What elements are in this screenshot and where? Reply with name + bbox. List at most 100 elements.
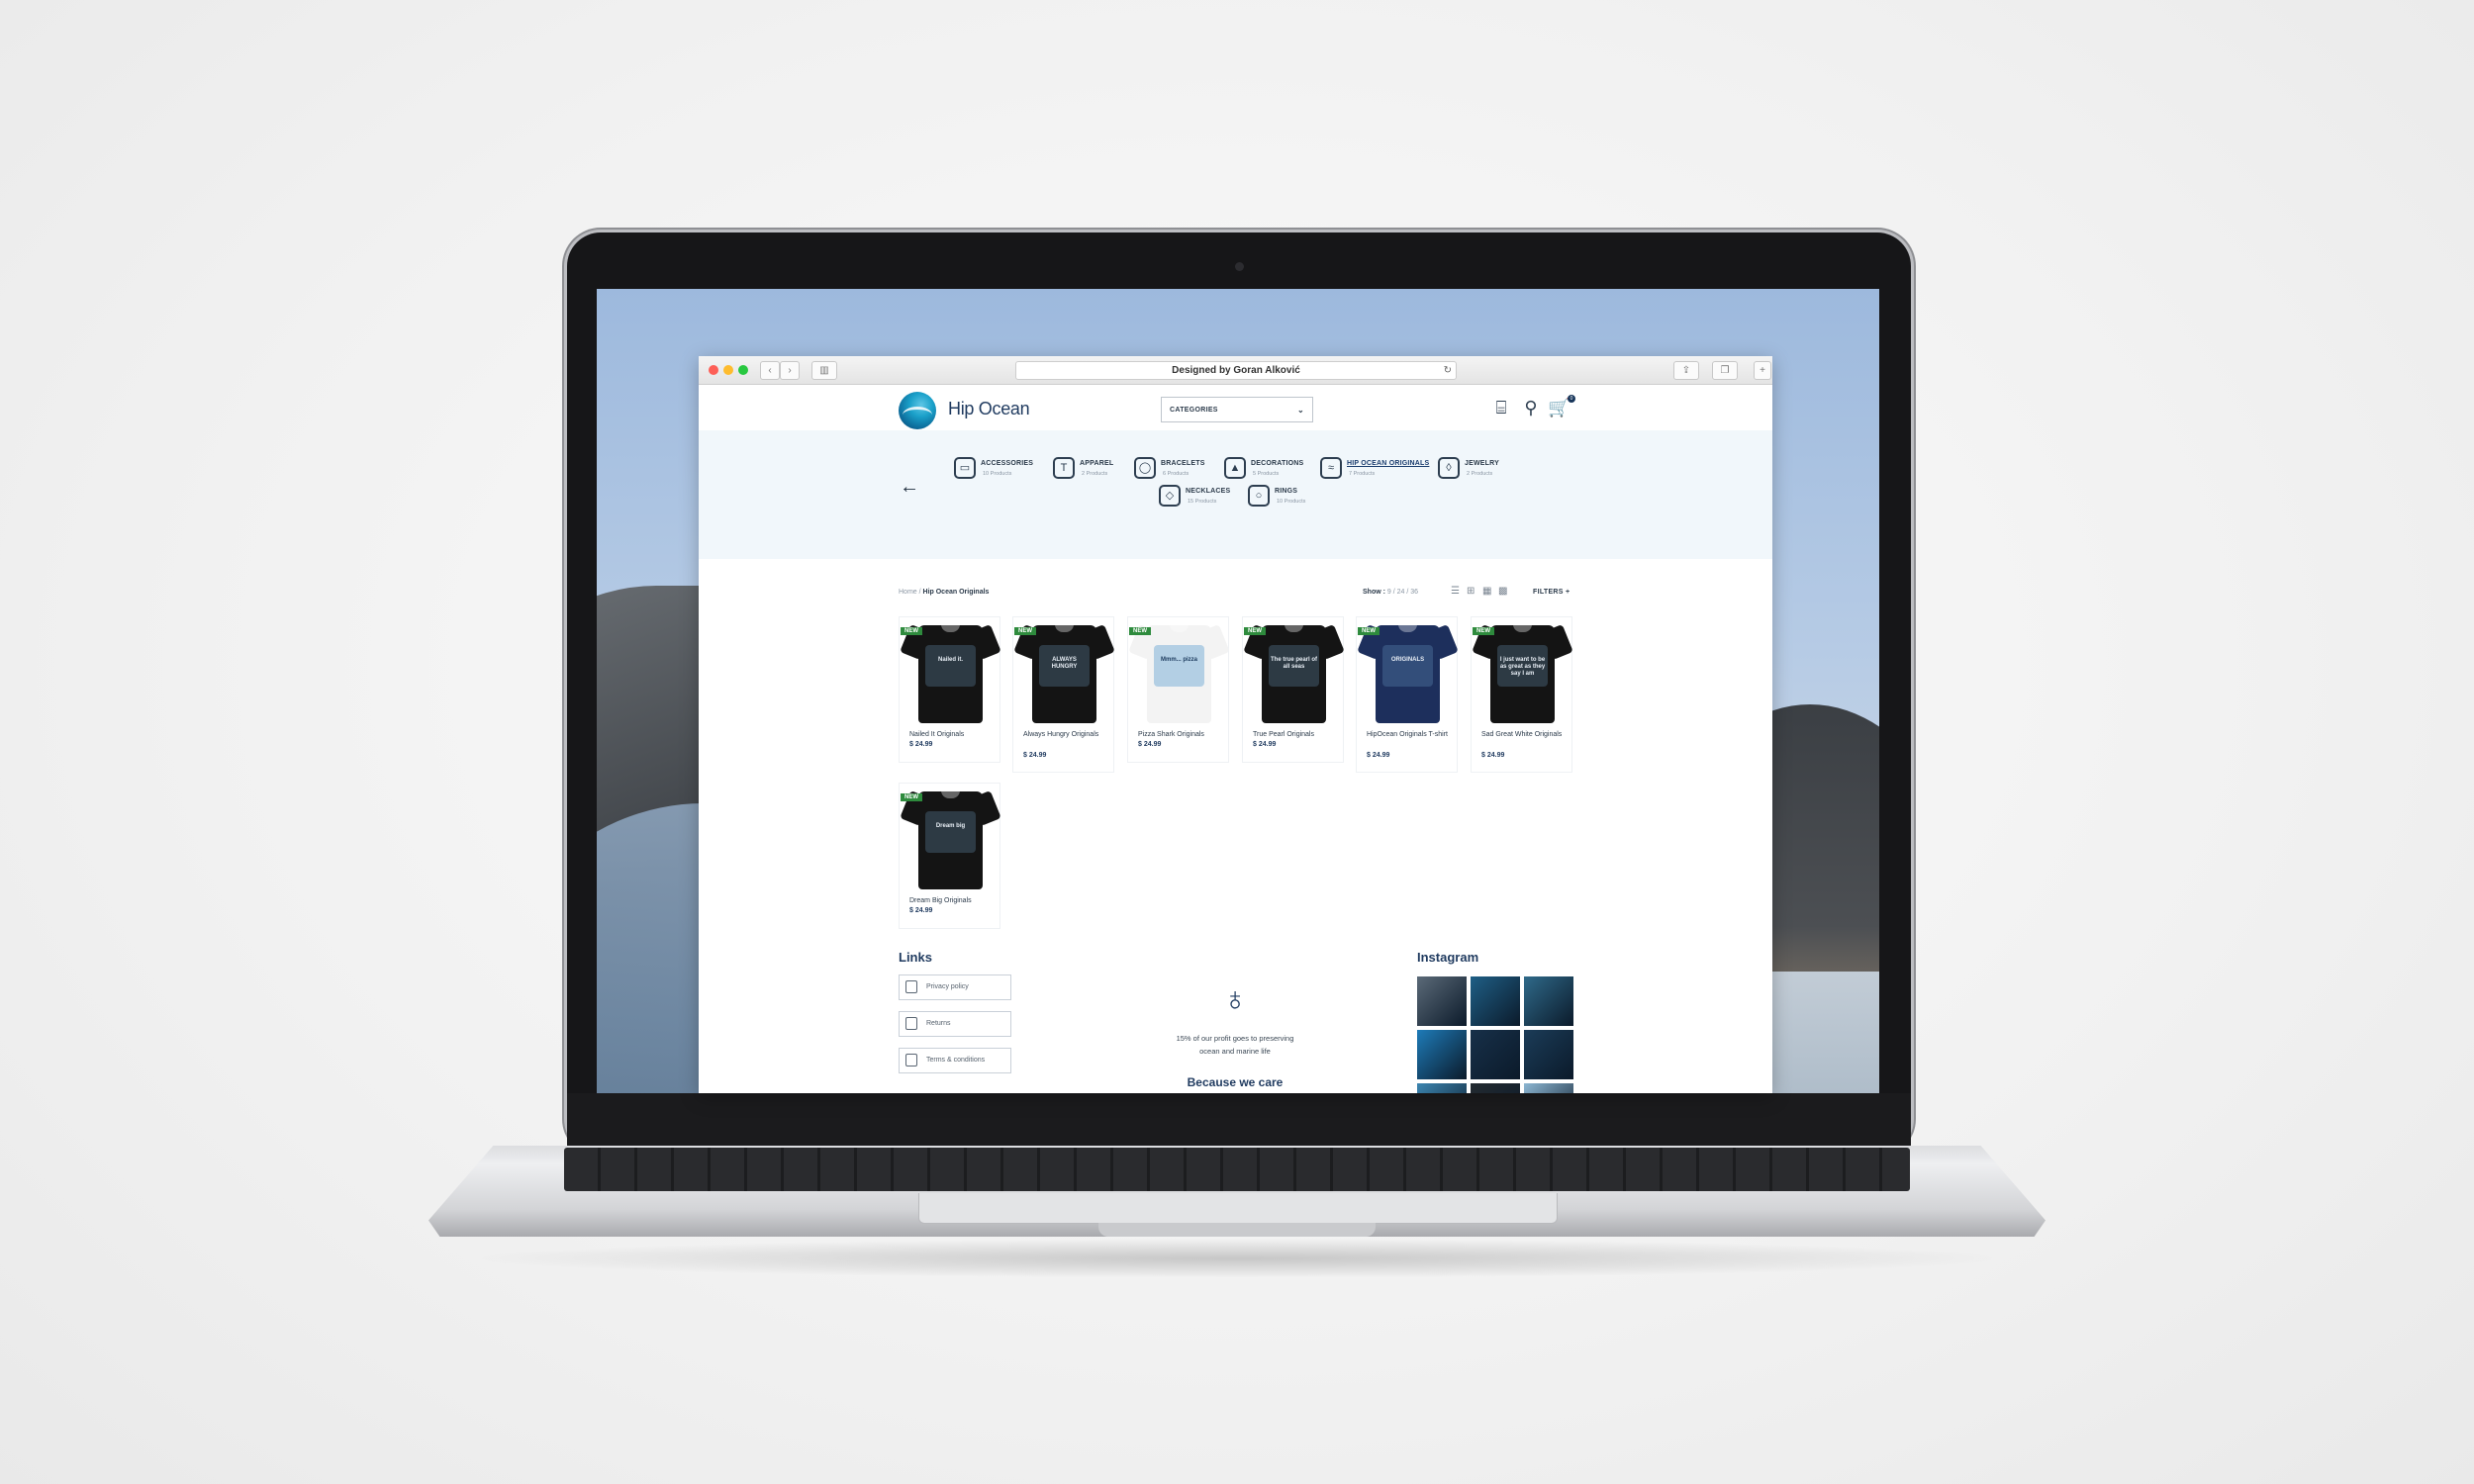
shirt-print: Nailed it.: [925, 645, 976, 687]
product-card[interactable]: NEW ORIGINALS HipOcean Originals T-shirt $ …: [1356, 616, 1459, 773]
new-badge: NEW: [1014, 627, 1036, 635]
earrings-icon: ◊: [1438, 457, 1460, 479]
instagram-photo[interactable]: [1524, 1030, 1573, 1079]
breadcrumb: Home / Hip Ocean Originals: [899, 589, 989, 596]
minimize-window-button[interactable]: [723, 365, 733, 375]
close-window-button[interactable]: [709, 365, 718, 375]
care-text: 15% of our profit goes to preserving oce…: [1176, 1034, 1294, 1056]
instagram-photo[interactable]: [1417, 1083, 1467, 1093]
instagram-photo[interactable]: [1417, 976, 1467, 1026]
show-per-page: Show : 9 / 24 / 36: [1363, 589, 1418, 596]
product-card[interactable]: NEW Mmm... pizza Pizza Shark Originals $ 24…: [1127, 616, 1230, 763]
footer-link-label: Terms & conditions: [926, 1057, 986, 1064]
laptop-bezel: [567, 1093, 1911, 1153]
reload-icon[interactable]: ↻: [1444, 362, 1452, 379]
forward-icon[interactable]: ›: [780, 361, 800, 380]
shirt-print-text: Dream big: [935, 823, 966, 829]
grid-2-view-icon[interactable]: ⊞: [1467, 587, 1476, 597]
product-card[interactable]: NEW I just want to be as great as they sa…: [1471, 616, 1573, 773]
share-icon[interactable]: ⇪: [1673, 361, 1699, 380]
necklace-icon: ◇: [1159, 485, 1181, 507]
category-count: 2 Products: [1467, 471, 1493, 477]
category-count: 5 Products: [1253, 471, 1280, 477]
product-name[interactable]: Always Hungry Originals: [1023, 730, 1108, 739]
category-count: 10 Products: [1277, 499, 1306, 505]
product-name[interactable]: True Pearl Originals: [1253, 730, 1338, 739]
tshirt-image[interactable]: I just want to be as great as they say I…: [1472, 620, 1573, 724]
camera: [1235, 262, 1244, 271]
tshirt-image[interactable]: Mmm... pizza: [1128, 620, 1230, 724]
shirt-print: Mmm... pizza: [1154, 645, 1204, 687]
product-name[interactable]: HipOcean Originals T-shirt: [1367, 730, 1452, 739]
product-name[interactable]: Dream Big Originals: [909, 896, 995, 905]
grid-3-view-icon[interactable]: ▦: [1482, 587, 1492, 597]
tshirt-image[interactable]: ALWAYS HUNGRY: [1013, 620, 1115, 724]
tshirt-image[interactable]: ORIGINALS: [1357, 620, 1459, 724]
new-badge: NEW: [901, 793, 922, 801]
product-name[interactable]: Pizza Shark Originals: [1138, 730, 1223, 739]
shirt-print: The true pearl of all seas: [1269, 645, 1319, 687]
sidebar-icon[interactable]: ▥: [811, 361, 837, 380]
earth-hands-icon: ♁: [1222, 980, 1248, 1018]
backpack-icon: ▭: [954, 457, 976, 479]
instagram-photo[interactable]: [1471, 1030, 1520, 1079]
breadcrumb-home[interactable]: Home /: [899, 589, 921, 596]
product-card[interactable]: NEW Nailed it. Nailed It Originals $ 24.99: [899, 616, 1001, 763]
category-name: JEWELRY: [1465, 460, 1499, 467]
back-icon[interactable]: ‹: [760, 361, 780, 380]
cart-count-badge: 0: [1568, 395, 1575, 403]
new-badge: NEW: [901, 627, 922, 635]
product-price: $ 24.99: [1367, 752, 1390, 759]
cart-icon[interactable]: 🛒: [1548, 397, 1570, 418]
product-price: $ 24.99: [1138, 741, 1162, 748]
site-header: Hip Ocean CATEGORIES ⌄ ⌸ ⚲ 🛒 0: [699, 385, 1772, 431]
tabs-icon[interactable]: ❐: [1712, 361, 1738, 380]
footer-link-privacy-policy[interactable]: Privacy policy: [899, 974, 1011, 1000]
back-arrow-icon[interactable]: ←: [900, 476, 919, 499]
product-name[interactable]: Sad Great White Originals: [1481, 730, 1567, 739]
product-price: $ 24.99: [909, 907, 933, 914]
shirt-print-text: ALWAYS HUNGRY: [1051, 657, 1078, 670]
category-count: 10 Products: [983, 471, 1012, 477]
ring-icon: ○: [1248, 485, 1270, 507]
footer-link-terms-conditions[interactable]: Terms & conditions: [899, 1048, 1011, 1073]
laptop-shadow: [465, 1239, 2009, 1278]
instagram-photo[interactable]: [1524, 1083, 1573, 1093]
product-price: $ 24.99: [1023, 752, 1047, 759]
footer-link-returns[interactable]: Returns: [899, 1011, 1011, 1037]
show-options[interactable]: 9 / 24 / 36: [1387, 589, 1418, 596]
bag-icon[interactable]: ⌸: [1490, 397, 1512, 418]
category-name: ACCESSORIES: [981, 460, 1034, 467]
product-card[interactable]: NEW Dream big Dream Big Originals $ 24.99: [899, 783, 1001, 929]
product-name[interactable]: Nailed It Originals: [909, 730, 995, 739]
maximize-window-button[interactable]: [738, 365, 748, 375]
product-price: $ 24.99: [1481, 752, 1505, 759]
category-count: 2 Products: [1082, 471, 1108, 477]
category-name: NECKLACES: [1186, 488, 1231, 495]
shirt-print-text: Nailed it.: [937, 657, 963, 663]
instagram-photo[interactable]: [1524, 976, 1573, 1026]
brand-name[interactable]: Hip Ocean: [948, 399, 1030, 419]
grid-4-view-icon[interactable]: ▩: [1498, 587, 1508, 597]
keyboard: [564, 1148, 1910, 1191]
list-view-icon[interactable]: ☰: [1451, 587, 1461, 597]
product-card[interactable]: NEW ALWAYS HUNGRY Always Hungry Originals $…: [1012, 616, 1115, 773]
categories-dropdown[interactable]: CATEGORIES ⌄: [1161, 397, 1313, 422]
filters-button[interactable]: FILTERS +: [1533, 589, 1570, 596]
footer-links-title: Links: [899, 950, 932, 965]
tshirt-image[interactable]: The true pearl of all seas: [1243, 620, 1345, 724]
shirt-print-text: Mmm... pizza: [1160, 657, 1197, 663]
new-tab-icon[interactable]: +: [1754, 361, 1771, 380]
shirt-print: I just want to be as great as they say I…: [1497, 645, 1548, 687]
tshirt-image[interactable]: Nailed it.: [900, 620, 1001, 724]
category-name: APPAREL: [1080, 460, 1114, 467]
instagram-photo[interactable]: [1471, 1083, 1520, 1093]
instagram-photo[interactable]: [1471, 976, 1520, 1026]
product-card[interactable]: NEW The true pearl of all seas True Pearl …: [1242, 616, 1345, 763]
tshirt-image[interactable]: Dream big: [900, 787, 1001, 890]
search-icon[interactable]: ⚲: [1520, 397, 1542, 418]
address-bar[interactable]: Designed by Goran Alković ↻: [1015, 361, 1457, 380]
shirt-print-text: The true pearl of all seas: [1270, 657, 1317, 670]
instagram-photo[interactable]: [1417, 1030, 1467, 1079]
instagram-title: Instagram: [1417, 950, 1479, 965]
